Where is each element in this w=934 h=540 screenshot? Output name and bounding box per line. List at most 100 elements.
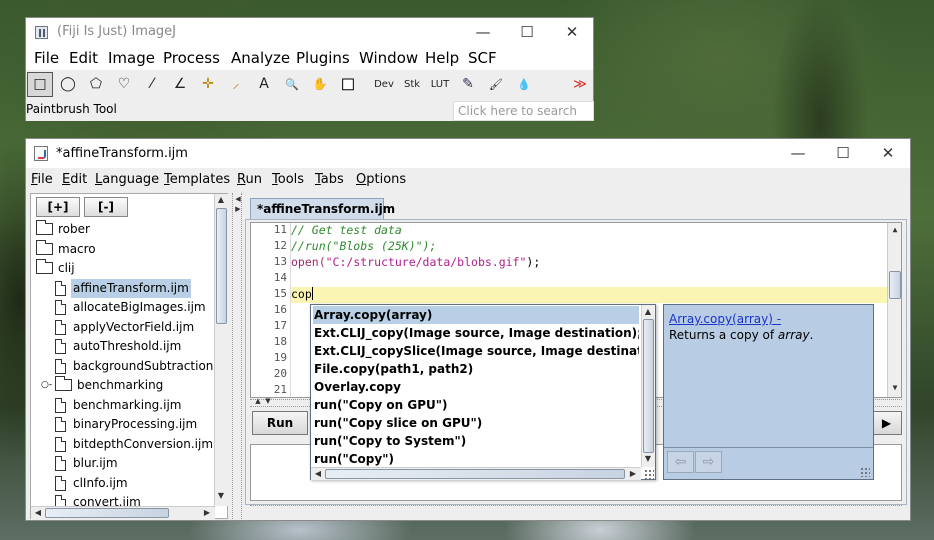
menu-process[interactable]: Process [163,49,220,67]
autocomplete-item[interactable]: run("Copy on GPU") [313,396,639,414]
editor-minimize-button[interactable]: — [775,139,821,167]
tree-file[interactable]: applyVectorField.ijm [31,318,213,337]
hand-tool-icon[interactable]: ✋ [307,72,333,97]
dev-menu-button[interactable]: Dev [371,72,397,97]
autocomplete-item[interactable]: run("Copy slice on GPU") [313,414,639,432]
stk-menu-button[interactable]: Stk [399,72,425,97]
editor-menu-edit[interactable]: Edit [62,172,87,187]
wand-tool-icon[interactable]: ⸝ [223,72,249,97]
tree-file[interactable]: allocateBigImages.ijm [31,298,213,317]
ac-scroll-thumb[interactable] [643,319,654,453]
autocomplete-item[interactable]: Overlay.copy [313,378,639,396]
tab-affinetransform[interactable]: *affineTransform.ijm [250,198,395,219]
autocomplete-item[interactable]: Array.copy(array) [313,306,639,324]
code-scroll-up-icon[interactable]: ▲ [889,225,901,234]
run-button[interactable]: Run [252,411,308,435]
editor-menu-options[interactable]: Options [356,172,406,187]
freehand-tool-icon[interactable]: ♡ [111,72,137,97]
doc-resize-grip-icon[interactable] [860,467,870,477]
color-picker-icon[interactable]: ■ [335,72,361,97]
menu-image[interactable]: Image [108,49,155,67]
autocomplete-item[interactable]: File.copy(path1, path2) [313,360,639,378]
tree-file[interactable]: convert.ijm [31,493,213,506]
doc-back-button[interactable]: ⇦ [667,451,694,473]
angle-tool-icon[interactable]: ∠ [167,72,193,97]
menu-help[interactable]: Help [425,49,459,67]
imagej-titlebar[interactable]: (Fiji Is Just) ImageJ — ☐ ✕ [26,18,593,46]
menu-plugins[interactable]: Plugins [296,49,350,67]
tree-folder[interactable]: rober [31,220,213,239]
paintbrush-tool-icon[interactable]: 🖌 [483,72,509,97]
editor-close-button[interactable]: ✕ [865,139,911,167]
tree-folder[interactable]: clij [31,259,213,278]
search-input[interactable]: Click here to search [453,101,594,121]
autocomplete-item[interactable]: Ext.CLIJ_copy(Image source, Image destin… [313,324,639,342]
rectangle-tool-icon[interactable]: □ [27,72,53,97]
autocomplete-hscrollbar[interactable]: ◀ ▶ [311,467,641,480]
doc-link[interactable]: Array.copy(array) - [669,312,781,326]
autocomplete-item[interactable]: run("Copy to System") [313,432,639,450]
expand-all-button[interactable]: [+] [36,197,80,217]
code-scroll-thumb[interactable] [889,271,901,299]
ac-scroll-up-icon[interactable]: ▲ [642,307,654,316]
tree-hscroll-thumb[interactable] [45,508,169,518]
menu-window[interactable]: Window [359,49,418,67]
batch-arrow-icon[interactable]: ▶ [871,411,902,435]
autocomplete-vscrollbar[interactable]: ▲ ▼ [641,305,655,467]
more-tools-icon[interactable]: ≫ [567,72,593,97]
collapse-all-button[interactable]: [-] [84,197,128,217]
splitter-down-icon[interactable]: ▼ [262,397,274,405]
tree-file[interactable]: backgroundSubtraction.ijm [31,357,213,376]
scroll-right-icon[interactable]: ▶ [201,508,213,517]
tree-file[interactable]: binaryProcessing.ijm [31,415,213,434]
editor-menu-run[interactable]: Run [237,172,262,187]
tree-file[interactable]: bitdepthConversion.ijm [31,435,213,454]
point-tool-icon[interactable]: ✛ [195,72,221,97]
maximize-button[interactable]: ☐ [504,18,550,46]
ac-scroll-left-icon[interactable]: ◀ [312,469,324,478]
ac-hscroll-thumb[interactable] [325,469,625,479]
text-tool-icon[interactable]: A [251,72,277,97]
expand-node-icon[interactable]: ○- [41,376,52,395]
menu-file[interactable]: File [34,49,59,67]
tree-file[interactable]: blur.ijm [31,454,213,473]
editor-menu-language[interactable]: Language [95,172,159,187]
oval-tool-icon[interactable]: ◯ [55,72,81,97]
polygon-tool-icon[interactable]: ⬠ [83,72,109,97]
autocomplete-item[interactable]: run("Copy") [313,450,639,468]
autocomplete-item[interactable]: Ext.CLIJ_copySlice(Image source, Image d… [313,342,639,360]
editor-menu-tools[interactable]: Tools [272,172,304,187]
scroll-up-icon[interactable]: ▲ [215,195,227,204]
editor-menu-templates[interactable]: Templates [164,172,230,187]
tree-vertical-scrollbar[interactable]: ▲ ▼ [214,194,228,506]
flood-fill-tool-icon[interactable]: 💧 [511,72,537,97]
lut-menu-button[interactable]: LUT [427,72,453,97]
splitter-left-icon[interactable]: ◀ [232,195,244,203]
tree-file[interactable]: benchmarking.ijm [31,396,213,415]
line-tool-icon[interactable]: ⁄ [139,72,165,97]
doc-forward-button[interactable]: ⇨ [695,451,722,473]
panel-splitter[interactable]: ◀ ▶ [232,193,242,519]
minimize-button[interactable]: — [460,18,506,46]
zoom-tool-icon[interactable]: 🔍 [279,72,305,97]
editor-menu-tabs[interactable]: Tabs [315,172,344,187]
tree-file[interactable]: clInfo.ijm [31,474,213,493]
tree-horizontal-scrollbar[interactable]: ◀ ▶ [31,506,215,519]
pencil-tool-icon[interactable]: ✎ [455,72,481,97]
tree-folder[interactable]: ○- benchmarking [31,376,213,395]
editor-maximize-button[interactable]: ☐ [820,139,866,167]
menu-analyze[interactable]: Analyze [231,49,290,67]
code-scroll-down-icon[interactable]: ▼ [889,383,901,392]
menu-edit[interactable]: Edit [69,49,98,67]
tree-file[interactable]: autoThreshold.ijm [31,337,213,356]
ac-resize-grip-icon[interactable] [644,469,654,479]
ac-scroll-down-icon[interactable]: ▼ [642,454,654,463]
tree-scroll-thumb[interactable] [216,208,227,324]
ac-scroll-right-icon[interactable]: ▶ [627,469,639,478]
close-button[interactable]: ✕ [549,18,595,46]
tree-folder[interactable]: macro [31,239,213,259]
tree-file[interactable]: affineTransform.ijm [31,278,213,298]
menu-scf[interactable]: SCF [468,49,497,67]
splitter-right-icon[interactable]: ▶ [232,205,244,213]
editor-menu-file[interactable]: File [31,172,53,187]
